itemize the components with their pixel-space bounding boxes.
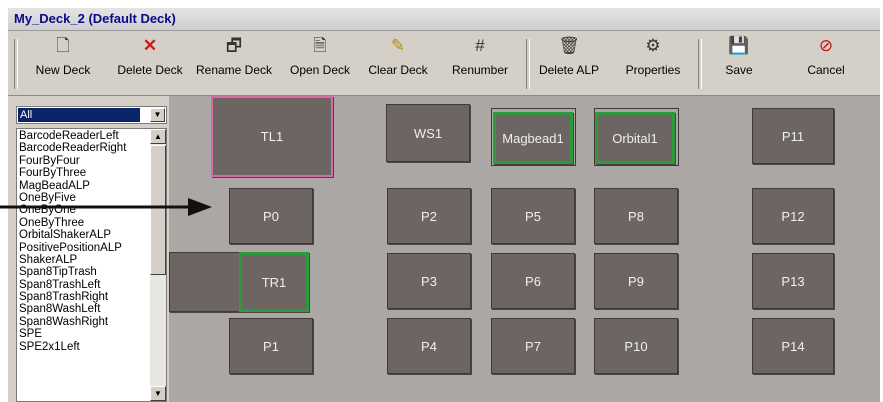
rename-icon: 🗗 [226,36,242,55]
deck-position-p10[interactable]: P10 [594,318,678,374]
scroll-up-icon[interactable]: ▲ [150,129,166,144]
chevron-down-icon[interactable]: ▼ [150,108,165,122]
deck-layout: TL1 WS1 Magbead1 Orbital1 P11 P0 P2 P5 P… [169,96,880,402]
window-title: My_Deck_2 (Default Deck) [14,11,176,26]
alp-items: BarcodeReaderLeft BarcodeReaderRight FourB… [19,130,149,353]
deck-position-tr1-base [169,252,243,312]
alp-list-item[interactable]: Span8TrashLeft [19,279,149,291]
alp-list-item[interactable]: MagBeadALP [19,180,149,192]
alp-list-item[interactable]: SPE2x1Left [19,341,149,353]
renumber-label: Renumber [451,63,509,77]
cancel-label: Cancel [807,63,845,77]
deck-position-magbead1[interactable]: Magbead1 [493,112,573,164]
alp-list-item[interactable]: PositivePositionALP [19,242,149,254]
open-document-icon: 🗎 [313,36,327,55]
red-x-icon: ✕ [142,36,158,55]
alp-list-scrollbar[interactable]: ▲ ▼ [150,129,166,401]
deck-position-p13[interactable]: P13 [752,253,834,309]
alp-list-item[interactable]: SPE [19,328,149,340]
alp-listbox[interactable]: BarcodeReaderLeft BarcodeReaderRight FourB… [16,128,167,402]
title-bar: My_Deck_2 (Default Deck) [8,8,880,31]
alp-list-item[interactable]: OrbitalShakerALP [19,229,149,241]
open-deck-label: Open Deck [289,63,351,77]
clear-deck-label: Clear Deck [368,63,428,77]
deck-position-p9[interactable]: P9 [594,253,678,309]
alp-list-item[interactable]: ShakerALP [19,254,149,266]
scroll-down-icon[interactable]: ▼ [150,386,166,401]
open-deck-button[interactable]: 🗎 Open Deck [283,33,357,91]
new-document-icon: 🗋 [56,36,70,55]
alp-list-item[interactable]: FourByThree [19,167,149,179]
properties-icon: ⚙ [645,36,661,55]
delete-alp-label: Delete ALP [538,63,600,77]
deck-position-ws1[interactable]: WS1 [386,104,470,162]
deck-position-p4[interactable]: P4 [387,318,471,374]
renumber-icon: # [475,36,485,55]
renumber-button[interactable]: # Renumber [449,33,511,91]
save-label: Save [725,63,753,77]
delete-alp-button[interactable]: 🗑 Delete ALP [536,33,602,91]
deck-position-p1[interactable]: P1 [229,318,313,374]
deck-position-p2[interactable]: P2 [387,188,471,244]
toolbar-separator [526,39,530,89]
properties-label: Properties [625,63,681,77]
alp-list-item[interactable]: Span8WashLeft [19,303,149,315]
deck-position-orbital1[interactable]: Orbital1 [595,112,675,164]
brush-icon: ✎ [390,36,406,55]
deck-position-p11[interactable]: P11 [752,108,834,164]
deck-position-p8[interactable]: P8 [594,188,678,244]
deck-position-p5[interactable]: P5 [491,188,575,244]
alp-list-item[interactable]: BarcodeReaderRight [19,142,149,154]
toolbar-separator [14,39,18,89]
alp-list-panel: All ▼ BarcodeReaderLeft BarcodeReaderRigh… [16,106,167,402]
deck-position-p7[interactable]: P7 [491,318,575,374]
deck-position-p12[interactable]: P12 [752,188,834,244]
alp-list-item[interactable]: Span8TrashRight [19,291,149,303]
new-deck-label: New Deck [35,63,91,77]
alp-list-item[interactable]: Span8WashRight [19,316,149,328]
alp-list-item[interactable]: Span8TipTrash [19,266,149,278]
toolbar: 🗋 New Deck ✕ Delete Deck 🗗 Rename Deck 🗎… [8,31,880,96]
deck-position-tr1[interactable]: TR1 [239,252,309,312]
cancel-icon: ⊘ [818,36,834,55]
deck-position-tl1[interactable]: TL1 [211,96,333,177]
new-deck-button[interactable]: 🗋 New Deck [32,33,94,91]
alp-filter-value: All [18,108,140,122]
save-icon: 💾 [728,36,750,55]
toolbar-separator [698,39,702,89]
annotation-arrow-icon [0,198,212,216]
alp-list-item[interactable]: BarcodeReaderLeft [19,130,149,142]
trash-icon: 🗑 [558,36,580,55]
rename-deck-label: Rename Deck [195,63,273,77]
delete-deck-label: Delete Deck [117,63,183,77]
alp-filter-dropdown[interactable]: All ▼ [16,106,167,124]
deck-position-p0[interactable]: P0 [229,188,313,244]
clear-deck-button[interactable]: ✎ Clear Deck [365,33,431,91]
properties-button[interactable]: ⚙ Properties [618,33,688,91]
rename-deck-button[interactable]: 🗗 Rename Deck [192,33,276,91]
alp-list-item[interactable]: FourByFour [19,155,149,167]
delete-deck-button[interactable]: ✕ Delete Deck [112,33,188,91]
deck-position-p3[interactable]: P3 [387,253,471,309]
deck-position-p14[interactable]: P14 [752,318,834,374]
deck-position-p6[interactable]: P6 [491,253,575,309]
cancel-button[interactable]: ⊘ Cancel [798,33,854,91]
save-button[interactable]: 💾 Save [714,33,764,91]
